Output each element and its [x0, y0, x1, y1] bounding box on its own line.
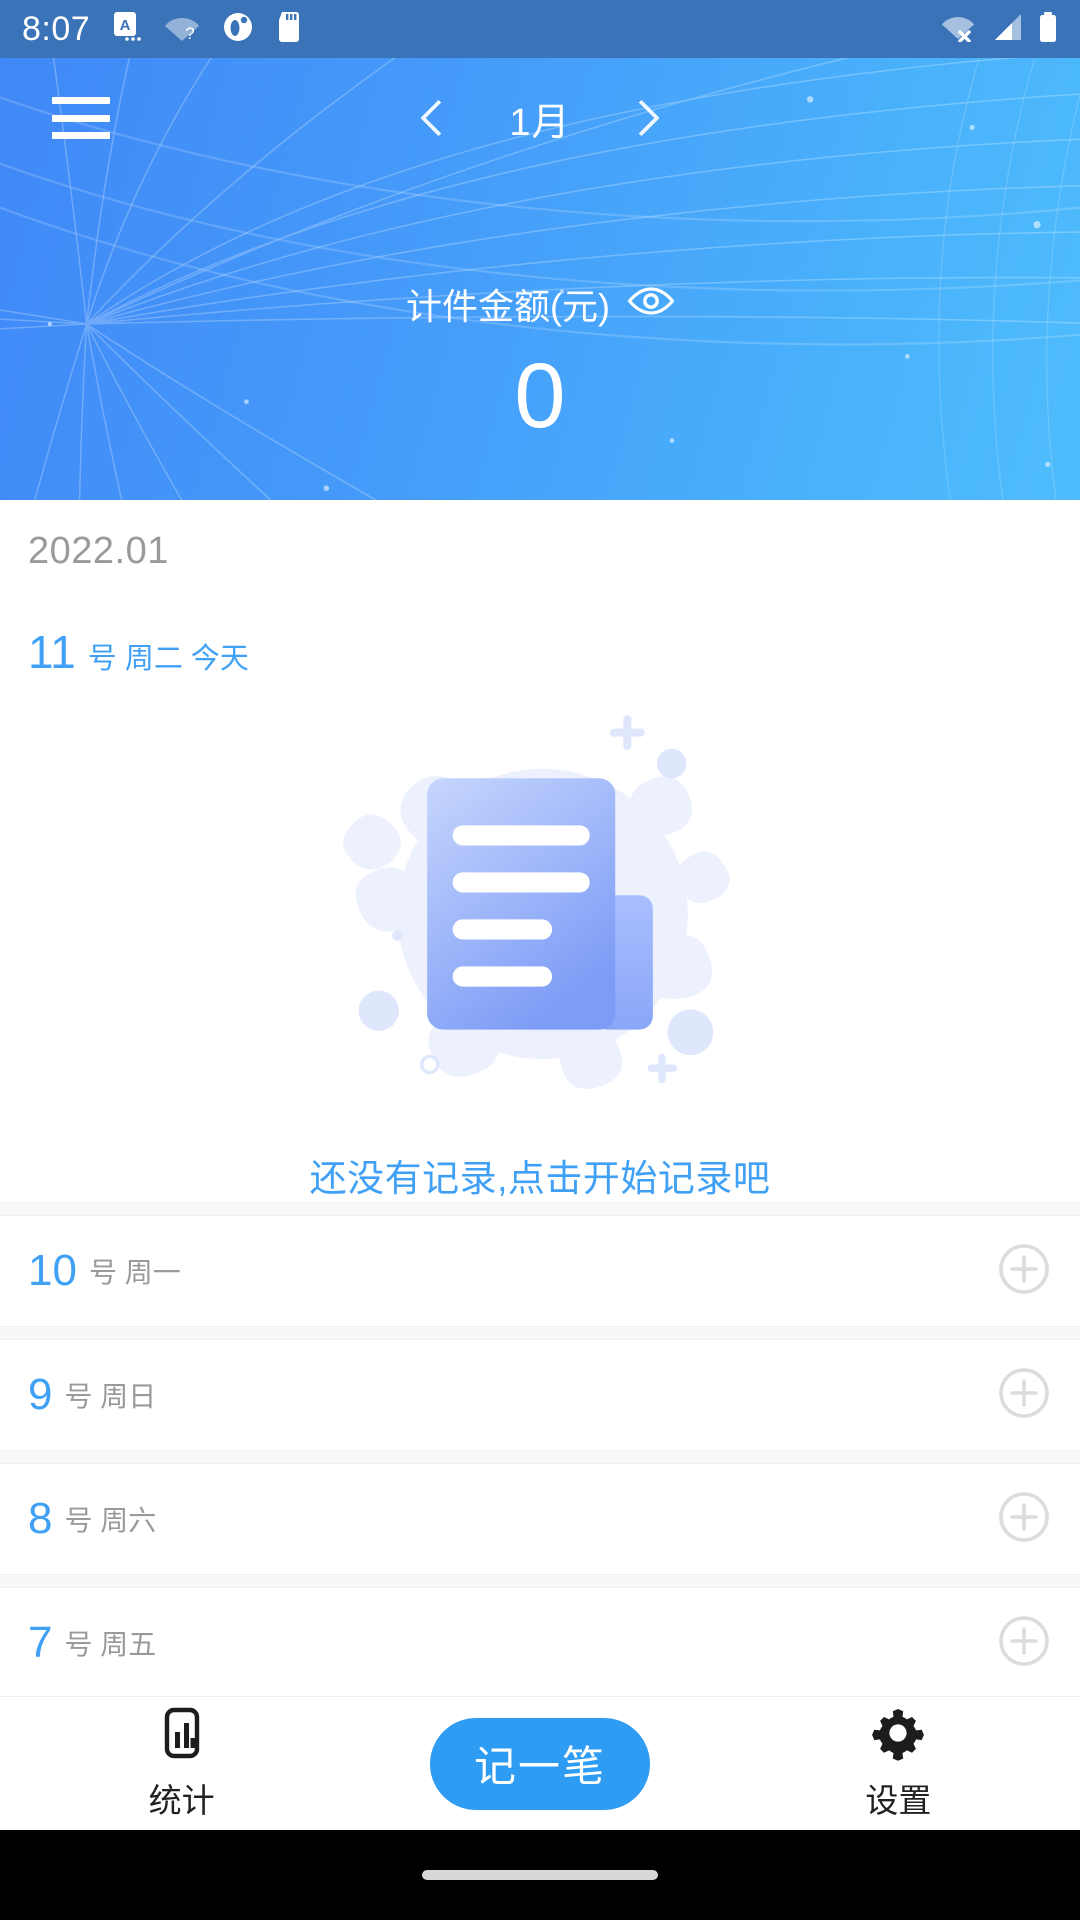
empty-document-illustration — [325, 699, 755, 1129]
table-row[interactable]: 7 号 周五 — [0, 1588, 1080, 1698]
row-separator — [0, 1326, 1080, 1340]
header-top-bar: 1月 — [0, 58, 1080, 178]
app-root: 8:07 A ? 1月 计件金额(元) 0 2022.01 11 号 周二 今天… — [0, 0, 1080, 1920]
sd-card-icon — [276, 11, 302, 48]
eye-icon[interactable] — [627, 283, 675, 325]
circle-badge-icon — [222, 11, 254, 48]
status-bar-left: 8:07 A ? — [22, 11, 302, 48]
month-label: 1月 — [509, 101, 571, 144]
ime-a-icon: A — [112, 11, 142, 48]
status-bar: 8:07 A ? — [0, 0, 1080, 58]
table-row[interactable]: 9 号 周日 — [0, 1340, 1080, 1450]
nav-item-stats[interactable]: 统计 — [67, 1705, 297, 1822]
amount-label: 计件金额(元) — [406, 286, 610, 327]
record-button[interactable]: 记一笔 — [429, 1717, 650, 1810]
svg-text:A: A — [120, 17, 131, 34]
day-suffix: 号 周一 — [88, 1257, 181, 1288]
row-separator — [0, 1574, 1080, 1588]
svg-text:?: ? — [185, 24, 194, 43]
nav-label-settings: 设置 — [865, 1782, 932, 1819]
status-bar-right — [940, 11, 1058, 48]
amount-panel: 计件金额(元) 0 — [0, 278, 1080, 442]
bar-chart-icon — [154, 1705, 210, 1766]
row-separator — [0, 1202, 1080, 1216]
day-number: 7 — [28, 1618, 53, 1667]
bottom-navigation: 统计 记一笔 设置 — [0, 1696, 1080, 1830]
plus-circle-icon[interactable] — [996, 1241, 1052, 1302]
wifi-off-icon — [940, 12, 976, 47]
row-separator — [0, 1450, 1080, 1464]
today-header[interactable]: 11 号 周二 今天 — [0, 573, 1080, 677]
plus-circle-icon[interactable] — [996, 1365, 1052, 1426]
gesture-pill[interactable] — [422, 1870, 658, 1880]
nav-label-stats: 统计 — [148, 1782, 215, 1819]
table-row[interactable]: 10 号 周一 — [0, 1216, 1080, 1326]
chevron-left-icon[interactable] — [422, 97, 450, 139]
empty-state[interactable]: 还没有记录,点击开始记录吧 — [0, 699, 1080, 1202]
today-day-number: 11 — [28, 626, 76, 678]
table-row[interactable]: 8 号 周六 — [0, 1464, 1080, 1574]
status-bar-clock: 8:07 — [22, 10, 91, 48]
today-day-suffix: 号 周二 今天 — [87, 643, 249, 675]
chevron-right-icon[interactable] — [630, 97, 658, 139]
day-suffix: 号 周五 — [64, 1629, 157, 1660]
plus-circle-icon[interactable] — [996, 1489, 1052, 1550]
amount-title-row: 计件金额(元) — [406, 278, 675, 330]
amount-value: 0 — [514, 345, 566, 447]
cellular-signal-icon — [990, 12, 1024, 47]
empty-state-text[interactable]: 还没有记录,点击开始记录吧 — [0, 1148, 1080, 1202]
day-suffix: 号 周日 — [64, 1381, 157, 1412]
nav-item-settings[interactable]: 设置 — [783, 1705, 1013, 1822]
android-gesture-bar — [0, 1830, 1080, 1920]
plus-circle-icon[interactable] — [996, 1613, 1052, 1674]
year-month-label: 2022.01 — [28, 530, 169, 572]
hamburger-menu-icon[interactable] — [52, 97, 110, 139]
main-content: 2022.01 11 号 周二 今天 还没有记录,点击开始记录吧 10 号 周一… — [0, 500, 1080, 1698]
gear-icon — [870, 1705, 926, 1766]
day-suffix: 号 周六 — [64, 1505, 157, 1536]
header-hero: 1月 计件金额(元) 0 — [0, 0, 1080, 500]
day-number: 10 — [28, 1246, 77, 1295]
wifi-question-icon: ? — [164, 11, 200, 48]
battery-full-icon — [1038, 11, 1058, 48]
day-rows-list: 10 号 周一 9 号 周日 8 号 周六 7 号 周五 — [0, 1202, 1080, 1698]
day-number: 9 — [28, 1370, 53, 1419]
day-number: 8 — [28, 1494, 53, 1543]
month-navigator: 1月 — [422, 91, 658, 146]
